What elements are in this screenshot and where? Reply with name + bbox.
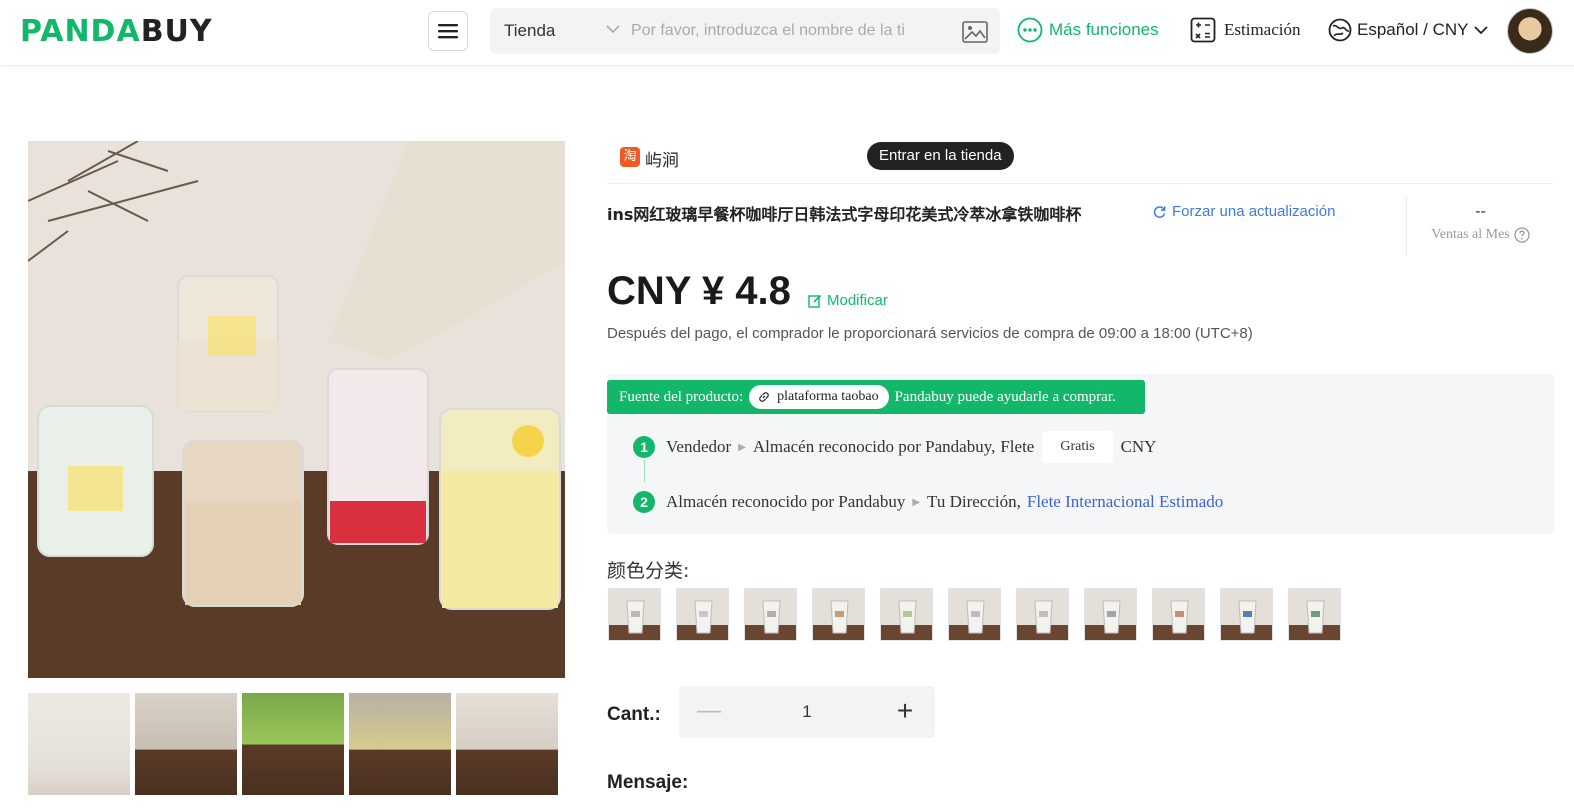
- quantity-input[interactable]: 1: [779, 702, 835, 722]
- monthly-sales: -- Ventas al Mes: [1406, 196, 1554, 256]
- source-label: Fuente del producto:: [619, 388, 744, 405]
- color-swatches: [608, 588, 1341, 641]
- enter-store-button[interactable]: Entrar en la tienda: [867, 142, 1014, 170]
- color-swatch-1[interactable]: [608, 588, 661, 641]
- thumbnail-5[interactable]: [456, 693, 558, 795]
- color-swatch-8[interactable]: [1084, 588, 1137, 641]
- message-label: Mensaje:: [607, 772, 689, 793]
- product-source-box: Fuente del producto: plataforma taobao P…: [607, 374, 1554, 534]
- force-update-link[interactable]: Forzar una actualización: [1153, 203, 1335, 220]
- language-currency-label: Español / CNY: [1357, 20, 1469, 39]
- thumbnail-4[interactable]: [349, 693, 451, 795]
- product-photo-illustration: [28, 141, 565, 678]
- purchase-service-note: Después del pago, el comprador le propor…: [607, 325, 1253, 342]
- step-1-number: 1: [633, 436, 655, 458]
- chevron-down-icon: [1473, 26, 1488, 35]
- triangle-right-icon: ▶: [912, 496, 921, 508]
- source-help-text: Pandabuy puede ayudarle a comprar.: [894, 388, 1116, 405]
- shop-name[interactable]: 屿涧: [645, 146, 679, 171]
- monthly-sales-value: --: [1475, 203, 1486, 220]
- color-swatch-2[interactable]: [676, 588, 729, 641]
- step-1-freight-label: Flete: [1000, 437, 1035, 456]
- freight-free-badge: Gratis: [1042, 431, 1113, 463]
- color-swatch-11[interactable]: [1288, 588, 1341, 641]
- globe-icon: [1328, 18, 1352, 42]
- estimation-button[interactable]: Estimación: [1190, 17, 1300, 43]
- step-1-from: Vendedor: [666, 437, 732, 456]
- shipping-step-2: 2 Almacén reconocido por Pandabuy ▶ Tu D…: [633, 491, 1223, 513]
- monthly-sales-label: Ventas al Mes: [1431, 227, 1510, 242]
- shop-row: 淘 屿涧 Entrar en la tienda: [607, 140, 1553, 184]
- step-2-to: Tu Dirección,: [927, 492, 1021, 511]
- refresh-icon: [1153, 206, 1166, 218]
- force-update-label: Forzar una actualización: [1172, 203, 1336, 220]
- image-search-icon[interactable]: [962, 21, 988, 43]
- estimation-label: Estimación: [1224, 20, 1301, 39]
- step-2-number: 2: [633, 491, 655, 513]
- thumbnail-strip: [28, 693, 558, 795]
- more-functions-label: Más funciones: [1049, 20, 1159, 39]
- platform-badge[interactable]: plataforma taobao: [749, 385, 889, 409]
- product-title: ins网红玻璃早餐杯咖啡厅日韩法式字母印花美式冷萃冰拿铁咖啡杯: [607, 205, 1082, 224]
- calculator-icon: [1190, 17, 1216, 43]
- main-product-image[interactable]: [28, 141, 565, 678]
- shipping-step-1: 1 Vendedor ▶ Almacén reconocido por Pand…: [633, 431, 1156, 463]
- color-swatch-9[interactable]: [1152, 588, 1205, 641]
- thumbnail-3[interactable]: [242, 693, 344, 795]
- step-1-currency: CNY: [1120, 437, 1157, 456]
- more-functions-button[interactable]: Más funciones: [1017, 17, 1159, 43]
- color-swatch-10[interactable]: [1220, 588, 1273, 641]
- hamburger-menu-button[interactable]: [428, 11, 468, 51]
- search-bar: Tienda Por favor, introduzca el nombre d…: [490, 8, 1000, 54]
- search-input[interactable]: Por favor, introduzca el nombre de la ti: [631, 22, 941, 40]
- quantity-increase-button[interactable]: +: [891, 697, 919, 726]
- logo-part-buy: BUY: [140, 14, 213, 49]
- quantity-label: Cant.:: [607, 704, 661, 725]
- more-dots-icon: [1017, 17, 1043, 43]
- color-category-label: 颜色分类:: [607, 560, 690, 582]
- platform-label: plataforma taobao: [777, 389, 879, 404]
- modify-price-button[interactable]: Modificar: [808, 292, 888, 309]
- step-1-to: Almacén reconocido por Pandabuy,: [752, 437, 996, 456]
- modify-label: Modificar: [827, 292, 888, 309]
- color-swatch-4[interactable]: [812, 588, 865, 641]
- thumbnail-1[interactable]: [28, 693, 130, 795]
- quantity-stepper: — 1 +: [679, 686, 935, 738]
- step-2-from: Almacén reconocido por Pandabuy: [666, 492, 906, 511]
- hamburger-icon: [438, 24, 458, 39]
- user-avatar[interactable]: [1507, 8, 1553, 54]
- help-circle-icon[interactable]: [1514, 227, 1530, 243]
- thumbnail-2[interactable]: [135, 693, 237, 795]
- taobao-shop-icon: 淘: [620, 147, 640, 167]
- estimated-international-freight-link[interactable]: Flete Internacional Estimado: [1027, 492, 1223, 512]
- chevron-down-icon[interactable]: [606, 24, 620, 34]
- pandabuy-logo[interactable]: PANDABUY: [20, 14, 213, 49]
- quantity-decrease-button[interactable]: —: [695, 699, 723, 724]
- edit-icon: [808, 294, 822, 308]
- search-category-select[interactable]: Tienda: [504, 21, 555, 41]
- logo-part-panda: PANDA: [20, 14, 141, 49]
- color-swatch-5[interactable]: [880, 588, 933, 641]
- language-currency-select[interactable]: Español / CNY: [1328, 18, 1488, 42]
- link-icon: [759, 392, 769, 402]
- color-swatch-3[interactable]: [744, 588, 797, 641]
- triangle-right-icon: ▶: [738, 441, 746, 453]
- top-header: PANDABUY Tienda Por favor, introduzca el…: [0, 0, 1574, 66]
- color-swatch-7[interactable]: [1016, 588, 1069, 641]
- color-swatch-6[interactable]: [948, 588, 1001, 641]
- product-price: CNY ¥ 4.8: [607, 269, 791, 313]
- source-header: Fuente del producto: plataforma taobao P…: [607, 380, 1145, 414]
- step-connector: [644, 460, 645, 482]
